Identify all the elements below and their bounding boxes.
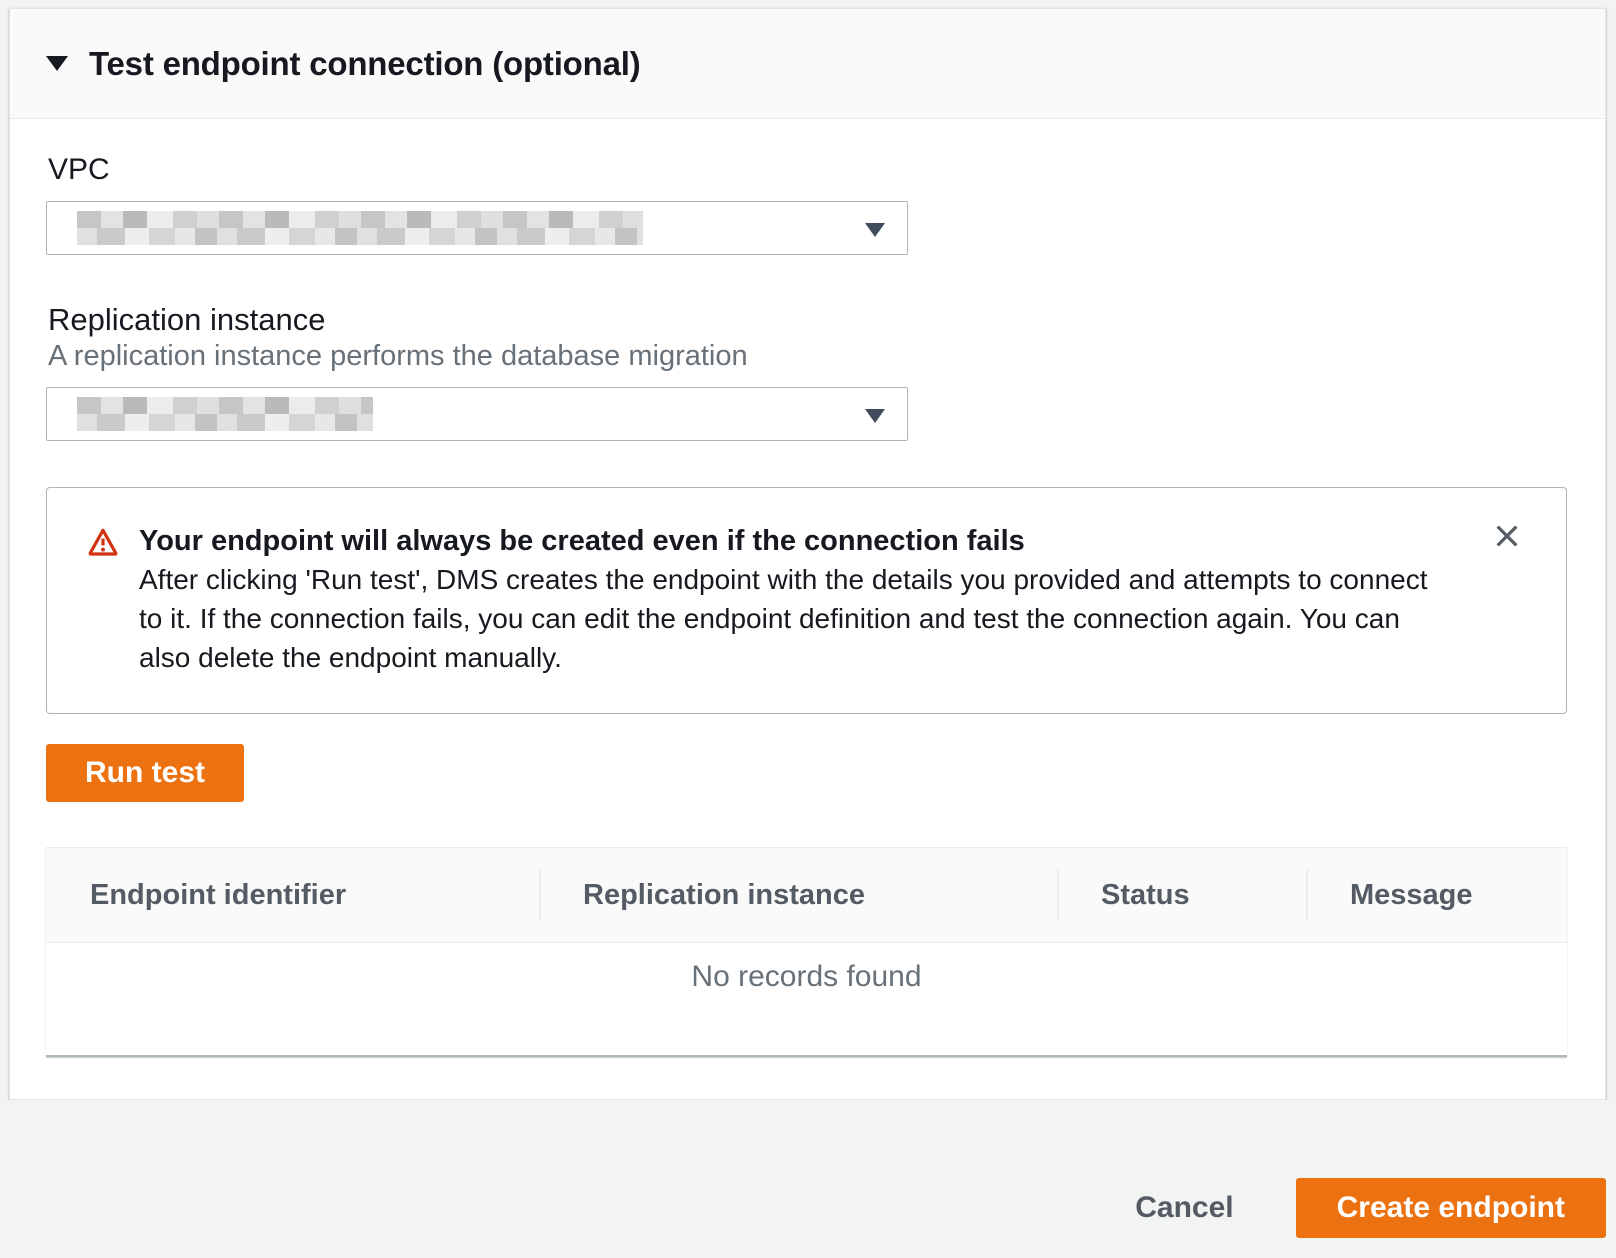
replication-instance-select-caret-icon: [865, 409, 885, 423]
replication-instance-description: A replication instance performs the data…: [48, 341, 1567, 371]
warning-triangle-icon: [87, 526, 119, 558]
test-results-table: Endpoint identifier Replication instance…: [46, 847, 1567, 1057]
replication-instance-label: Replication instance: [48, 305, 1567, 335]
alert-title: Your endpoint will always be created eve…: [139, 522, 1428, 560]
replication-instance-redacted-value: [77, 397, 373, 431]
column-header-endpoint-identifier: Endpoint identifier: [46, 848, 539, 942]
alert-body-line: After clicking 'Run test', DMS creates t…: [139, 560, 1428, 599]
table-header-row: Endpoint identifier Replication instance…: [46, 847, 1567, 943]
cancel-button[interactable]: Cancel: [1135, 1191, 1233, 1225]
create-endpoint-button[interactable]: Create endpoint: [1296, 1178, 1606, 1238]
section-title: Test endpoint connection (optional): [89, 45, 641, 83]
replication-instance-select[interactable]: [46, 387, 908, 441]
column-header-message: Message: [1306, 848, 1567, 942]
run-test-button[interactable]: Run test: [46, 744, 244, 802]
section-header[interactable]: Test endpoint connection (optional): [10, 9, 1605, 119]
column-header-replication-instance: Replication instance: [539, 848, 1057, 942]
vpc-select[interactable]: [46, 201, 908, 255]
test-endpoint-connection-section: Test endpoint connection (optional) VPC …: [9, 8, 1606, 1100]
vpc-select-caret-icon: [865, 223, 885, 237]
section-body: VPC Replication instance A replication i…: [10, 119, 1605, 1057]
column-header-status: Status: [1057, 848, 1306, 942]
close-icon: [1491, 520, 1523, 552]
no-records-message: No records found: [46, 943, 1567, 994]
alert-dismiss-button[interactable]: [1490, 520, 1524, 554]
alert-body-line: also delete the endpoint manually.: [139, 638, 1428, 677]
collapse-caret-icon: [46, 56, 68, 71]
vpc-redacted-value: [77, 211, 643, 245]
vpc-label: VPC: [48, 155, 1567, 185]
page-actions-footer: Cancel Create endpoint: [0, 1100, 1616, 1258]
warning-alert: Your endpoint will always be created eve…: [46, 487, 1567, 714]
table-empty-state: No records found: [46, 943, 1567, 1055]
alert-body-line: to it. If the connection fails, you can …: [139, 599, 1428, 638]
